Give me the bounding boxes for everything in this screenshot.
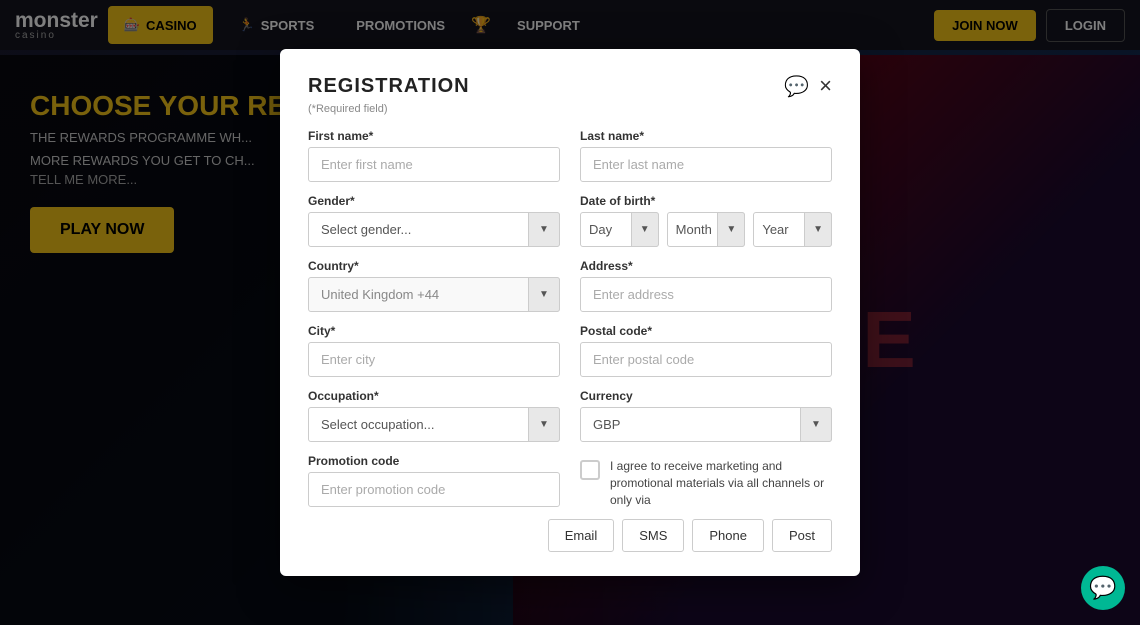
chat-icon-button[interactable]: 💬 <box>784 74 809 99</box>
occupation-select-wrapper: Select occupation... Employed Self-emplo… <box>308 407 560 442</box>
country-select[interactable]: United Kingdom +44 <box>308 277 560 312</box>
gender-select-wrapper: Select gender... Male Female Other ▼ <box>308 212 560 247</box>
first-name-label: First name* <box>308 129 560 143</box>
address-label: Address* <box>580 259 832 273</box>
modal-overlay: REGISTRATION 💬 × (*Required field) First… <box>0 0 1140 625</box>
first-name-group: First name* <box>308 129 560 182</box>
last-name-input[interactable] <box>580 147 832 182</box>
dob-fields: Day ▼ Month ▼ Year ▼ <box>580 212 832 247</box>
country-label: Country* <box>308 259 560 273</box>
dob-day-wrapper: Day ▼ <box>580 212 659 247</box>
currency-select[interactable]: GBP USD EUR <box>580 407 832 442</box>
dob-year-wrapper: Year ▼ <box>753 212 832 247</box>
postal-input[interactable] <box>580 342 832 377</box>
post-channel-button[interactable]: Post <box>772 519 832 552</box>
marketing-text: I agree to receive marketing and promoti… <box>610 458 832 508</box>
occupation-label: Occupation* <box>308 389 560 403</box>
promo-group: Promotion code <box>308 454 560 508</box>
country-select-wrapper: United Kingdom +44 ▼ <box>308 277 560 312</box>
required-note: (*Required field) <box>308 103 832 115</box>
marketing-row: I agree to receive marketing and promoti… <box>580 458 832 508</box>
postal-group: Postal code* <box>580 324 832 377</box>
occupation-select[interactable]: Select occupation... Employed Self-emplo… <box>308 407 560 442</box>
currency-label: Currency <box>580 389 832 403</box>
currency-group: Currency GBP USD EUR ▼ <box>580 389 832 442</box>
registration-modal: REGISTRATION 💬 × (*Required field) First… <box>280 49 860 575</box>
sms-channel-button[interactable]: SMS <box>622 519 684 552</box>
dob-group: Date of birth* Day ▼ Month ▼ <box>580 194 832 247</box>
dob-label: Date of birth* <box>580 194 832 208</box>
chat-widget-button[interactable]: 💬 <box>1081 566 1125 610</box>
currency-select-wrapper: GBP USD EUR ▼ <box>580 407 832 442</box>
gender-select[interactable]: Select gender... Male Female Other <box>308 212 560 247</box>
dob-month-wrapper: Month ▼ <box>667 212 746 247</box>
modal-icons: 💬 × <box>784 73 832 99</box>
dob-month-select[interactable]: Month <box>667 212 746 247</box>
gender-label: Gender* <box>308 194 560 208</box>
city-input[interactable] <box>308 342 560 377</box>
city-label: City* <box>308 324 560 338</box>
last-name-group: Last name* <box>580 129 832 182</box>
occupation-group: Occupation* Select occupation... Employe… <box>308 389 560 442</box>
postal-label: Postal code* <box>580 324 832 338</box>
modal-header: REGISTRATION 💬 × <box>308 73 832 99</box>
marketing-group: I agree to receive marketing and promoti… <box>580 454 832 508</box>
city-group: City* <box>308 324 560 377</box>
country-group: Country* United Kingdom +44 ▼ <box>308 259 560 312</box>
last-name-label: Last name* <box>580 129 832 143</box>
registration-form: First name* Last name* Gender* Select ge… <box>308 129 832 508</box>
chat-icon: 💬 <box>784 74 809 99</box>
phone-channel-button[interactable]: Phone <box>692 519 764 552</box>
gender-group: Gender* Select gender... Male Female Oth… <box>308 194 560 247</box>
modal-title: REGISTRATION <box>308 75 470 98</box>
dob-year-select[interactable]: Year <box>753 212 832 247</box>
dob-day-select[interactable]: Day <box>580 212 659 247</box>
email-channel-button[interactable]: Email <box>548 519 615 552</box>
address-group: Address* <box>580 259 832 312</box>
close-icon: × <box>819 73 832 99</box>
chat-widget-icon: 💬 <box>1089 575 1116 601</box>
promo-input[interactable] <box>308 472 560 507</box>
close-modal-button[interactable]: × <box>819 73 832 99</box>
first-name-input[interactable] <box>308 147 560 182</box>
channel-buttons: Email SMS Phone Post <box>308 519 832 552</box>
marketing-checkbox[interactable] <box>580 460 600 480</box>
promo-label: Promotion code <box>308 454 560 468</box>
address-input[interactable] <box>580 277 832 312</box>
